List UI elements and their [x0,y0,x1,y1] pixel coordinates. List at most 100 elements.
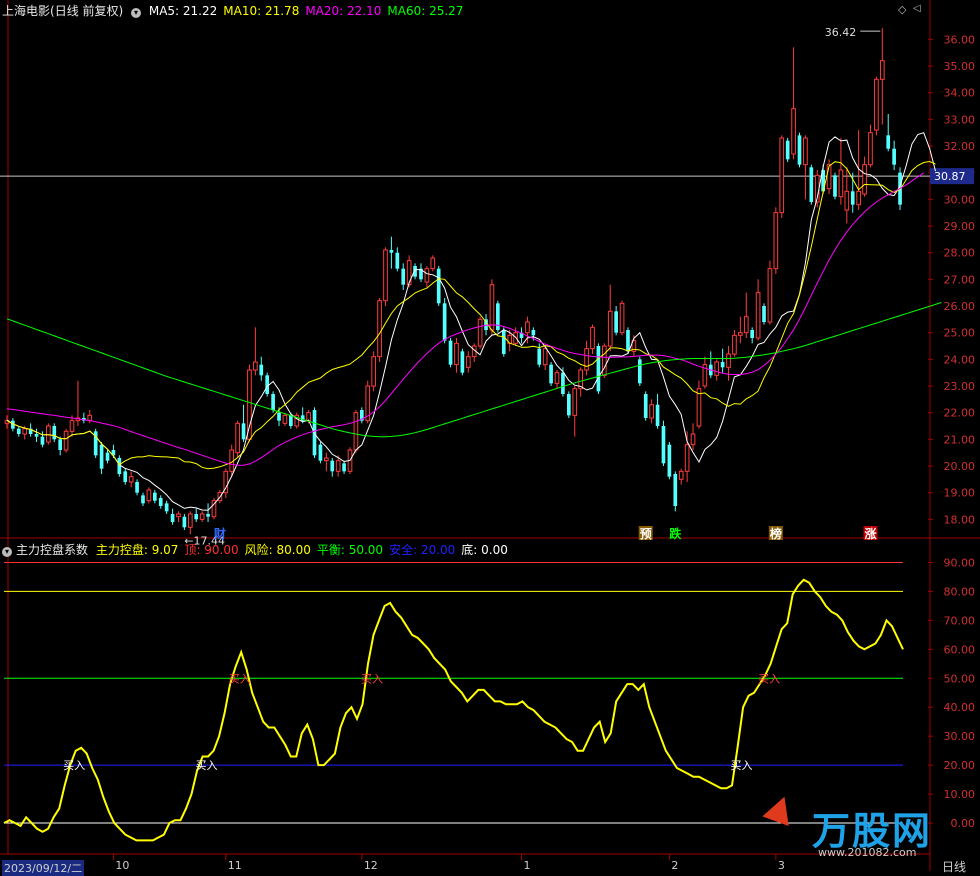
price-tick-label: 18.00 [944,513,976,526]
candle-body [271,394,275,410]
candle-body [395,252,400,269]
candle-body [525,321,530,334]
indicator-legend-item: 底: 0.00 [461,543,508,557]
ma-line-ma10 [6,160,936,470]
indicator-legend-item: 平衡: 50.00 [316,543,384,557]
candle-body [277,412,281,421]
settings-icon[interactable]: ◇ [898,3,906,16]
candle-body [34,434,39,437]
candle-body [401,268,406,285]
kline-chart-window: 36.0035.0034.0033.0032.0031.0030.0029.00… [0,0,980,876]
candle-body [241,423,246,440]
candle-body [135,482,139,493]
indicator-title[interactable]: 主力控盘系数 [16,543,88,557]
candle-body [259,364,264,376]
candle-body [99,444,104,469]
watermark-logo: 万股网 www.201082.com [760,791,960,862]
candle-body [833,175,837,197]
collapse-icon[interactable]: ◁ [913,3,921,14]
candle-body [561,372,565,394]
price-tick-label: 34.00 [944,87,976,100]
candle-body [194,514,199,520]
candle-body [732,334,737,355]
candle-body [182,516,187,528]
chevron-down-icon[interactable]: ▾ [2,547,12,557]
price-tick-label: 32.00 [944,140,976,153]
candle-body [655,404,660,426]
candle-body [371,356,376,387]
candle-body [614,311,618,333]
price-tick-label: 26.00 [944,300,976,313]
buy-signal-label: 买入 [196,759,218,772]
ma-line-ma60 [6,302,942,438]
candle-body [892,148,896,165]
candle-body [773,212,779,270]
candle-body [389,250,394,253]
candle-body [879,60,885,80]
buy-signal-label: 买入 [63,759,85,772]
price-tick-label: 20.00 [944,460,976,473]
candle-body [40,436,45,445]
current-price-label: 30.87 [934,170,966,183]
price-tick-label: 36.00 [944,33,976,46]
candle-body [572,388,578,416]
candle-body [158,498,163,506]
candle-body [253,361,258,371]
candle-body [170,514,175,522]
candle-body [809,167,814,202]
candle-body [874,78,879,131]
indicator-legend: 主力控盘: 9.07 顶: 90.00 风险: 80.00 平衡: 50.00 安全: … [96,543,514,557]
indicator-tick-label: 40.00 [944,701,976,714]
candle-body [803,137,808,166]
candle-body [383,249,388,302]
indicator-tick-label: 90.00 [944,556,976,569]
candle-body [596,346,601,392]
event-marker: 财 [213,526,226,541]
price-tick-label: 22.00 [944,407,976,420]
candle-body [590,326,595,350]
month-label: 1 [524,859,531,871]
candle-body [531,330,536,336]
event-marker: 榜 [770,526,782,541]
candle-body [542,348,548,366]
candle-body [726,353,731,368]
candle-body [289,415,293,426]
price-tick-label: 21.00 [944,433,976,446]
candle-body [838,169,844,198]
candle-body [318,444,323,461]
month-label: 12 [364,859,378,871]
ma-line-ma20 [6,172,924,466]
candle-body [146,489,152,502]
chevron-down-icon[interactable]: ▾ [131,8,142,18]
candle-body [886,135,891,149]
candle-body [850,191,855,205]
event-marker: 跌 [669,526,682,541]
candle-body [649,404,654,419]
indicator-legend-item: 安全: 20.00 [389,543,456,557]
candle-body [128,476,134,483]
candle-body [69,420,75,432]
candle-body [424,268,430,283]
candle-body [46,425,51,443]
event-marker: 涨 [864,526,876,541]
candle-body [549,364,553,384]
candle-body [330,460,335,472]
candle-body [442,303,447,341]
candle-body [684,444,690,472]
candle-body [738,332,743,336]
candle-body [152,492,157,501]
candle-body [176,513,181,518]
candle-body [496,303,500,330]
indicator-legend-item: 顶: 90.00 [184,543,239,557]
candle-body [164,503,169,512]
candle-body [566,394,571,416]
footer-label[interactable]: 日线 [942,858,966,875]
chart-canvas[interactable]: 36.0035.0034.0033.0032.0031.0030.0029.00… [0,0,980,872]
price-tick-label: 35.00 [944,60,976,73]
candle-body [489,284,495,331]
high-price-label: 36.42 [825,26,857,39]
candle-body [105,452,110,461]
candle-body [537,348,542,365]
stock-name[interactable]: 上海电影 [2,4,50,18]
candle-body [601,345,607,376]
